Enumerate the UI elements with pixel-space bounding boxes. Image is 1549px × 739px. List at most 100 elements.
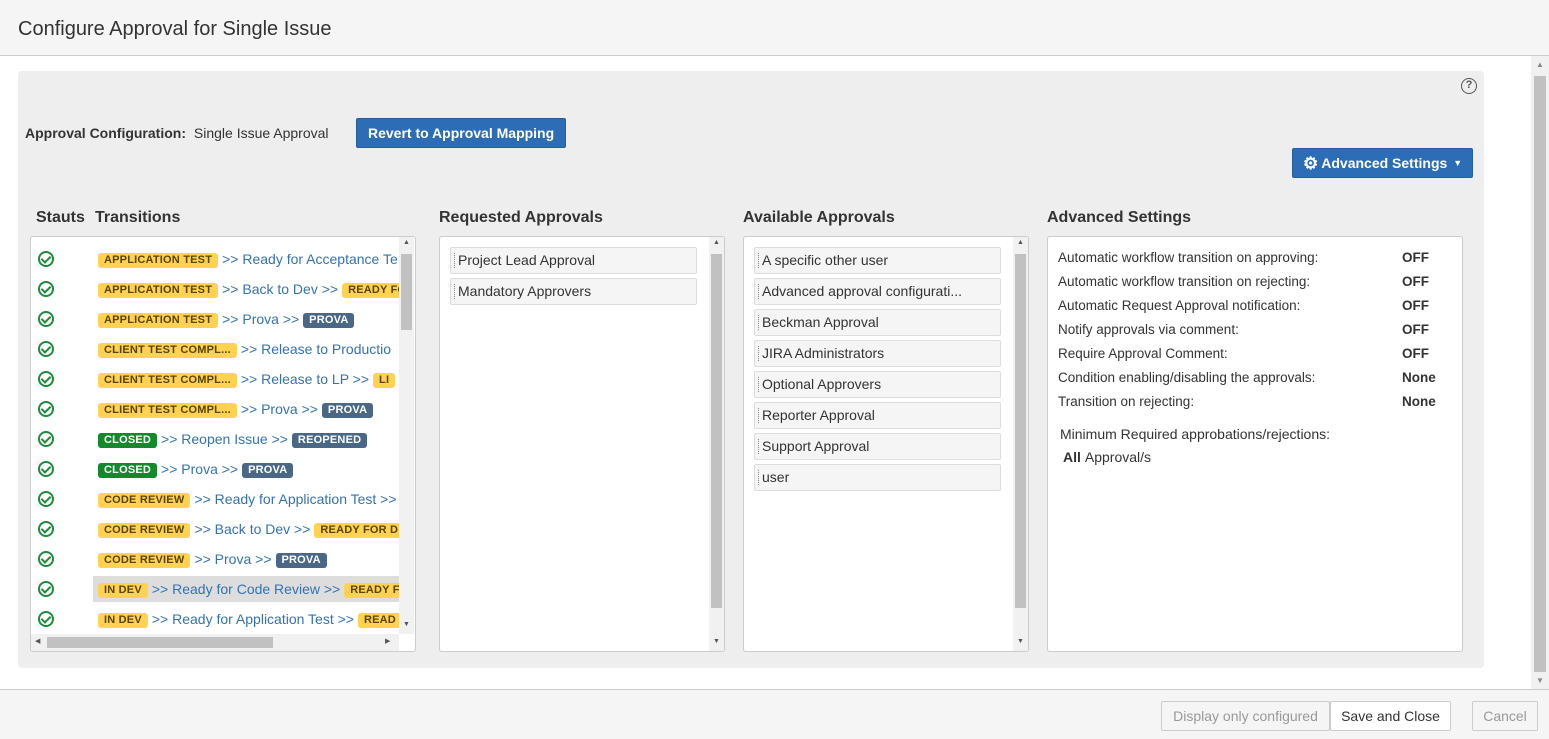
available-approval-item[interactable]: Beckman Approval	[754, 309, 1001, 336]
scrollbar-thumb[interactable]	[1534, 76, 1546, 672]
transition-cell[interactable]: CLOSED >> Prova >> PROVA	[93, 456, 403, 482]
approval-configuration-label: Approval Configuration:	[25, 125, 186, 141]
approval-panel: ? Approval Configuration: Single Issue A…	[18, 71, 1484, 668]
transition-cell[interactable]: CLOSED >> Reopen Issue >> REOPENED	[93, 426, 403, 452]
requested-approval-item[interactable]: Mandatory Approvers	[450, 278, 697, 305]
transition-link[interactable]: >> Prova >>	[241, 401, 318, 417]
available-approval-item[interactable]: Reporter Approval	[754, 402, 1001, 429]
transition-row[interactable]: APPLICATION TEST >> Prova >> PROVA	[31, 304, 399, 334]
transition-row[interactable]: CLIENT TEST COMPL... >> Release to Produc…	[31, 334, 399, 364]
column-header-advanced-settings: Advanced Settings	[1047, 209, 1192, 226]
transition-cell[interactable]: CODE REVIEW >> Back to Dev >> READY FOR DE	[93, 516, 403, 542]
scroll-up-icon[interactable]: ▲	[1017, 239, 1024, 246]
transition-link[interactable]: >> Ready for Code Review >>	[152, 581, 340, 597]
transition-link[interactable]: >> Ready for Application Test >>	[152, 611, 354, 627]
available-approval-item[interactable]: user	[754, 464, 1001, 491]
scroll-right-icon[interactable]: ▶	[385, 637, 390, 645]
transition-cell[interactable]: CLIENT TEST COMPL... >> Release to LP >> L…	[93, 366, 403, 392]
available-vertical-scrollbar[interactable]: ▲ ▼	[1013, 237, 1028, 651]
transition-cell[interactable]: CLIENT TEST COMPL... >> Release to Produc…	[93, 336, 403, 362]
check-circle-icon	[38, 281, 54, 297]
advanced-settings-button[interactable]: ⚙ Advanced Settings ▼	[1292, 148, 1474, 178]
to-status-badge: PROVA	[275, 553, 327, 568]
scroll-up-icon[interactable]: ▲	[1536, 60, 1544, 69]
transition-row[interactable]: CODE REVIEW >> Back to Dev >> READY FOR DE	[31, 514, 403, 544]
setting-value: None	[1402, 370, 1436, 385]
transition-cell[interactable]: CLIENT TEST COMPL... >> Prova >> PROVA	[93, 396, 403, 422]
transition-link[interactable]: >> Prova >>	[161, 461, 238, 477]
scroll-up-icon[interactable]: ▲	[403, 239, 410, 246]
transition-row[interactable]: CLOSED >> Prova >> PROVA	[31, 454, 399, 484]
transition-link[interactable]: >> Prova >>	[222, 311, 299, 327]
transition-row[interactable]: CLOSED >> Reopen Issue >> REOPENED	[31, 424, 399, 454]
transition-row[interactable]: IN DEV >> Ready for Code Review >> READY F	[31, 574, 403, 604]
scroll-down-icon[interactable]: ▼	[1017, 638, 1024, 645]
scroll-left-icon[interactable]: ◀	[35, 637, 40, 645]
transition-row[interactable]: CLIENT TEST COMPL... >> Release to LP >> L…	[31, 364, 399, 394]
column-header-requested-approvals: Requested Approvals	[439, 209, 603, 226]
scroll-down-icon[interactable]: ▼	[1536, 676, 1544, 685]
scrollbar-thumb[interactable]	[1015, 254, 1026, 608]
transition-row[interactable]: CLIENT TEST COMPL... >> Prova >> PROVA	[31, 394, 399, 424]
scrollbar-thumb[interactable]	[401, 254, 412, 330]
transition-cell[interactable]: CODE REVIEW >> Prova >> PROVA	[93, 546, 403, 572]
available-approval-item[interactable]: Support Approval	[754, 433, 1001, 460]
available-approval-item[interactable]: Optional Approvers	[754, 371, 1001, 398]
available-approvals-list[interactable]: A specific other user Advanced approval c…	[743, 236, 1029, 652]
transitions-horizontal-scrollbar[interactable]: ◀ ▶	[31, 634, 399, 651]
dialog-vertical-scrollbar[interactable]: ▲ ▼	[1531, 56, 1549, 689]
scrollbar-thumb[interactable]	[711, 254, 722, 608]
scroll-up-icon[interactable]: ▲	[713, 239, 720, 246]
min-required-count: All	[1063, 449, 1081, 465]
transition-row[interactable]: IN DEV >> Ready for Application Test >> RE…	[31, 604, 402, 634]
transition-row[interactable]: CODE REVIEW >> Ready for Application Test…	[31, 484, 399, 514]
transitions-list[interactable]: APPLICATION TEST >> Ready for Acceptance …	[30, 236, 416, 652]
transition-row[interactable]: APPLICATION TEST >> Ready for Acceptance …	[31, 244, 399, 274]
scroll-down-icon[interactable]: ▼	[713, 638, 720, 645]
transitions-vertical-scrollbar[interactable]: ▲ ▼	[399, 237, 414, 634]
cancel-button[interactable]: Cancel	[1472, 701, 1538, 731]
from-status-badge: APPLICATION TEST	[98, 283, 219, 298]
display-only-configured-button[interactable]: Display only configured	[1161, 701, 1330, 731]
setting-value: OFF	[1402, 298, 1429, 313]
requested-vertical-scrollbar[interactable]: ▲ ▼	[709, 237, 724, 651]
check-circle-icon	[38, 311, 54, 327]
transition-cell[interactable]: APPLICATION TEST >> Prova >> PROVA	[93, 306, 403, 332]
transition-row[interactable]: APPLICATION TEST >> Back to Dev >> READY F…	[31, 274, 403, 304]
setting-row: Transition on rejecting: None	[1058, 394, 1448, 409]
to-status-badge: PROVA	[303, 313, 355, 328]
scrollbar-thumb[interactable]	[47, 637, 273, 648]
transition-cell[interactable]: CODE REVIEW >> Ready for Application Test…	[93, 486, 403, 512]
transition-link[interactable]: >> Ready for Acceptance Te	[222, 251, 398, 267]
to-status-badge: REOPENED	[291, 433, 368, 448]
transition-link[interactable]: >> Ready for Application Test >>	[194, 491, 396, 507]
check-circle-icon	[38, 431, 54, 447]
transition-cell[interactable]: APPLICATION TEST >> Ready for Acceptance …	[93, 246, 403, 272]
transition-link[interactable]: >> Prova >>	[194, 551, 271, 567]
to-status-badge: READY F	[344, 583, 403, 598]
available-approval-item[interactable]: Advanced approval configurati...	[754, 278, 1001, 305]
transition-link[interactable]: >> Release to Productio	[241, 341, 391, 357]
transition-link[interactable]: >> Reopen Issue >>	[161, 431, 288, 447]
scroll-down-icon[interactable]: ▼	[403, 621, 410, 628]
available-approval-item[interactable]: JIRA Administrators	[754, 340, 1001, 367]
transition-cell[interactable]: IN DEV >> Ready for Application Test >> RE…	[93, 606, 403, 632]
from-status-badge: APPLICATION TEST	[98, 313, 219, 328]
setting-row: Automatic workflow transition on approvi…	[1058, 250, 1448, 265]
requested-approvals-list[interactable]: Project Lead Approval Mandatory Approvers…	[439, 236, 725, 652]
available-approval-item[interactable]: A specific other user	[754, 247, 1001, 274]
transition-link[interactable]: >> Release to LP >>	[241, 371, 369, 387]
transition-cell[interactable]: IN DEV >> Ready for Code Review >> READY F	[93, 576, 403, 602]
advanced-settings-button-label: Advanced Settings	[1321, 155, 1448, 171]
check-circle-icon	[38, 251, 54, 267]
from-status-badge: APPLICATION TEST	[98, 253, 219, 268]
save-and-close-button[interactable]: Save and Close	[1330, 701, 1451, 731]
transition-cell[interactable]: APPLICATION TEST >> Back to Dev >> READY F…	[93, 276, 403, 302]
dialog-footer: Display only configured Save and Close C…	[0, 689, 1549, 739]
help-icon[interactable]: ?	[1461, 78, 1477, 94]
revert-to-approval-mapping-button[interactable]: Revert to Approval Mapping	[356, 118, 567, 148]
transition-link[interactable]: >> Back to Dev >>	[194, 521, 310, 537]
requested-approval-item[interactable]: Project Lead Approval	[450, 247, 697, 274]
transition-row[interactable]: CODE REVIEW >> Prova >> PROVA	[31, 544, 399, 574]
transition-link[interactable]: >> Back to Dev >>	[222, 281, 338, 297]
